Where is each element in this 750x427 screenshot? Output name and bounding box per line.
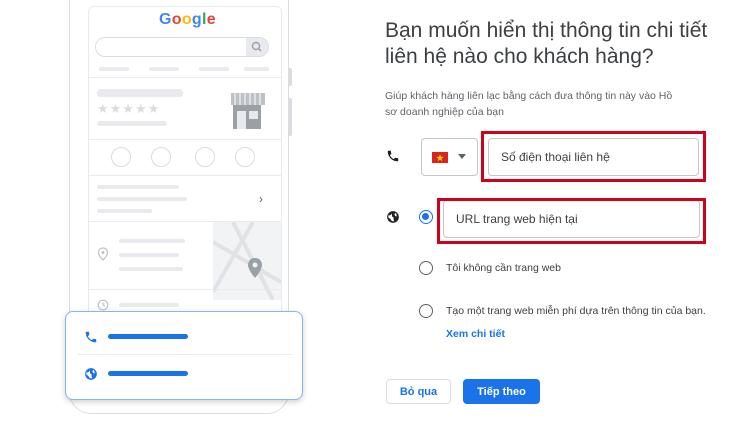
phone-side-button [288,68,292,86]
mock-directions-icon [151,147,171,167]
country-code-select[interactable] [421,138,478,176]
phone-volume-button [288,98,292,136]
option-label-create-website: Tạo một trang web miễn phí dựa trên thôn… [446,305,706,317]
globe-icon [387,211,399,223]
mock-call-icon [111,147,131,167]
radio-no-website[interactable] [419,261,433,275]
page-title: Bạn muốn hiển thị thông tin chi tiết liê… [385,19,708,68]
next-button[interactable]: Tiếp theo [463,379,540,404]
highlight-box-website [437,198,706,244]
learn-more-link[interactable]: Xem chi tiết [446,328,505,340]
skip-button[interactable]: Bỏ qua [386,379,451,404]
mock-save-icon [195,147,215,167]
highlight-box-phone [481,131,706,182]
mock-search-button [246,38,268,56]
mock-search-bar [95,37,269,57]
globe-icon [85,368,97,380]
google-logo: Google [159,11,216,28]
radio-create-website[interactable] [419,304,433,318]
mock-website-icon [235,147,255,167]
mock-rating-stars: ★★★★★ [97,101,161,116]
chevron-right-icon: › [259,192,263,206]
contact-preview-card [65,311,303,400]
phone-icon [387,150,399,162]
option-label-no-website: Tôi không cần trang web [446,262,561,274]
vietnam-flag-icon [432,152,448,163]
page-subtitle: Giúp khách hàng liên lạc bằng cách đưa t… [385,90,673,118]
clock-icon [97,299,109,311]
chevron-down-icon [458,154,466,159]
phone-icon [85,331,97,343]
location-pin-icon [97,247,109,261]
storefront-icon [231,93,265,129]
radio-existing-website[interactable] [419,210,433,224]
search-icon [251,41,262,52]
